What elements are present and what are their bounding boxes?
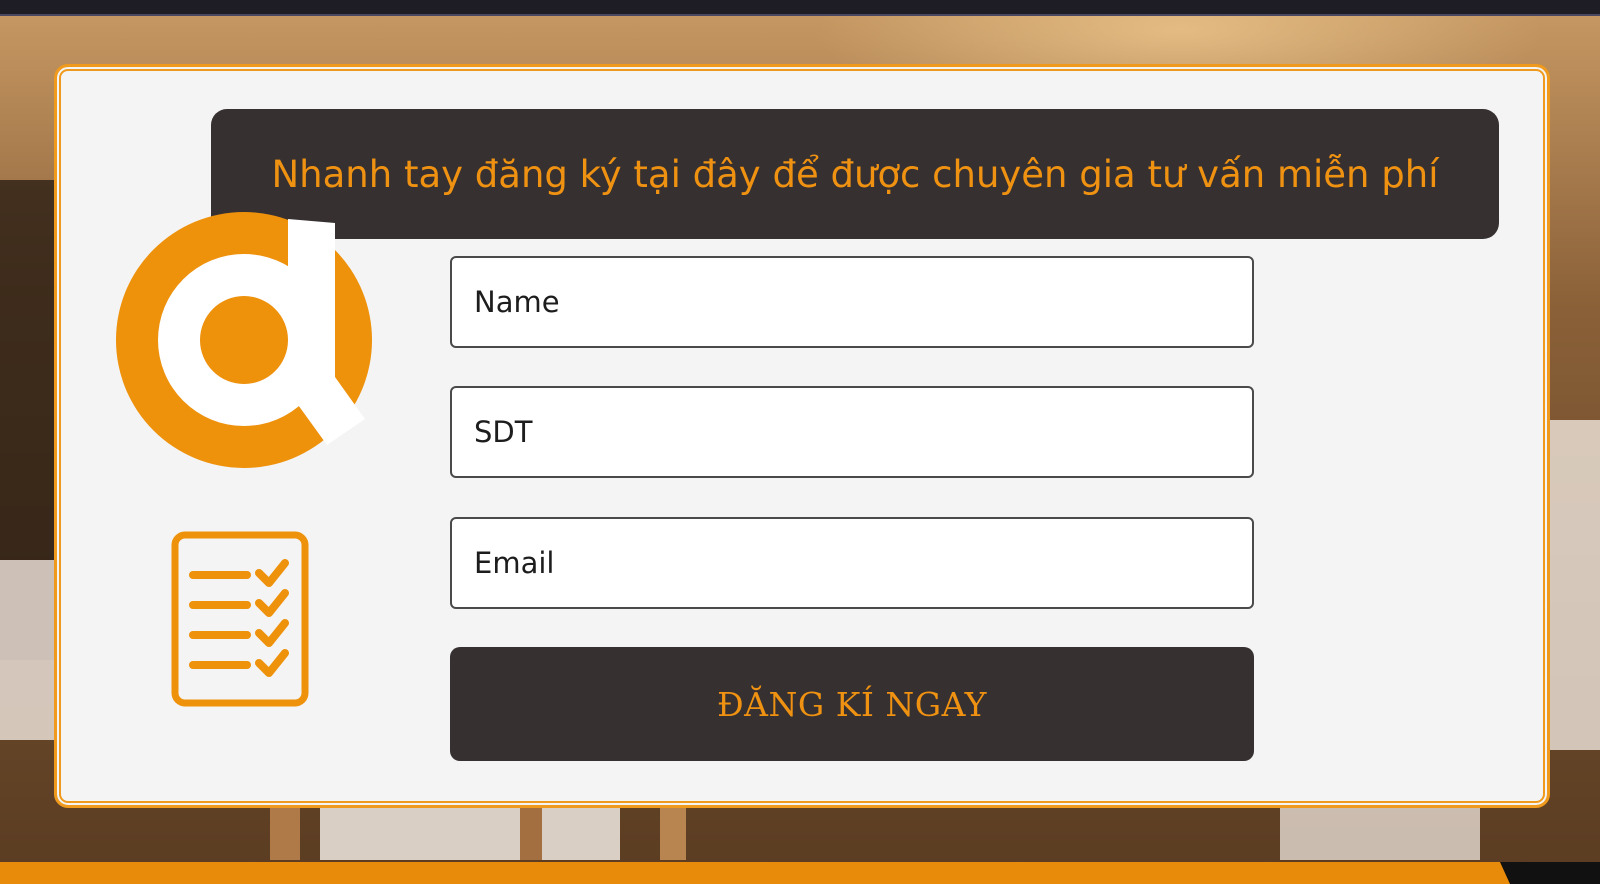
phone-field[interactable]: SDT [450,386,1254,478]
phone-field-placeholder: SDT [474,415,533,449]
register-now-label: ĐĂNG KÍ NGAY [717,684,987,724]
bottom-bar [0,862,1600,884]
email-field-placeholder: Email [474,546,555,580]
name-field[interactable]: Name [450,256,1254,348]
name-field-placeholder: Name [474,285,560,319]
register-now-button[interactable]: ĐĂNG KÍ NGAY [450,647,1254,761]
top-bar [0,0,1600,16]
background-tablecloth-right [1280,800,1480,860]
brand-logo-icon [116,212,372,468]
email-field[interactable]: Email [450,517,1254,609]
registration-modal: Nhanh tay đăng ký tại đây để được chuyên… [54,64,1550,808]
background-chair-leg [660,800,686,860]
header-text: Nhanh tay đăng ký tại đây để được chuyên… [271,152,1439,196]
background-chair-leg [270,800,300,860]
bottom-bar-corner [1500,862,1600,884]
background-chair-leg [520,800,542,860]
modal-header: Nhanh tay đăng ký tại đây để được chuyên… [211,109,1499,239]
checklist-icon [171,531,309,707]
background-tablecloth [320,800,620,860]
